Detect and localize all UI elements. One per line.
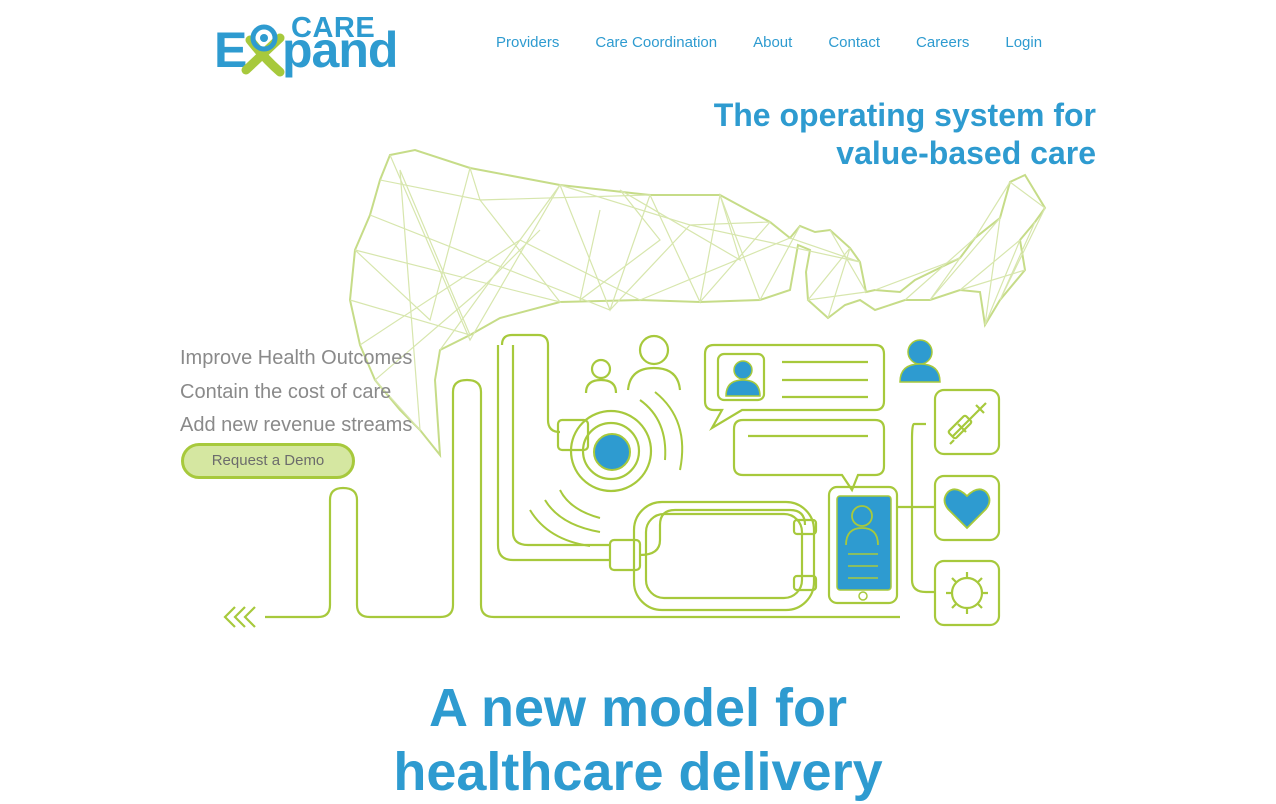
syringe-icon	[933, 388, 1001, 456]
benefit-item: Contain the cost of care	[180, 380, 392, 403]
section-title: A new model for healthcare delivery	[0, 676, 1276, 804]
person-icon	[584, 334, 682, 394]
heart-icon	[933, 474, 1001, 542]
chat-bubble-icon	[703, 343, 886, 493]
benefit-item: Improve Health Outcomes	[180, 347, 413, 369]
phone-icon	[827, 485, 899, 605]
hero-title-line1: The operating system for	[713, 97, 1096, 133]
hero-benefits-list: Improve Health Outcomes Contain the cost…	[180, 342, 412, 443]
hero-title: The operating system for value-based car…	[714, 96, 1096, 172]
hero-title-line2: value-based care	[836, 135, 1096, 171]
virus-icon	[933, 559, 1001, 627]
benefit-item: Add new revenue streams	[180, 414, 413, 436]
section-title-line1: A new model for	[428, 678, 848, 738]
request-demo-button[interactable]: Request a Demo	[181, 443, 355, 479]
section-title-line2: healthcare delivery	[393, 742, 883, 802]
